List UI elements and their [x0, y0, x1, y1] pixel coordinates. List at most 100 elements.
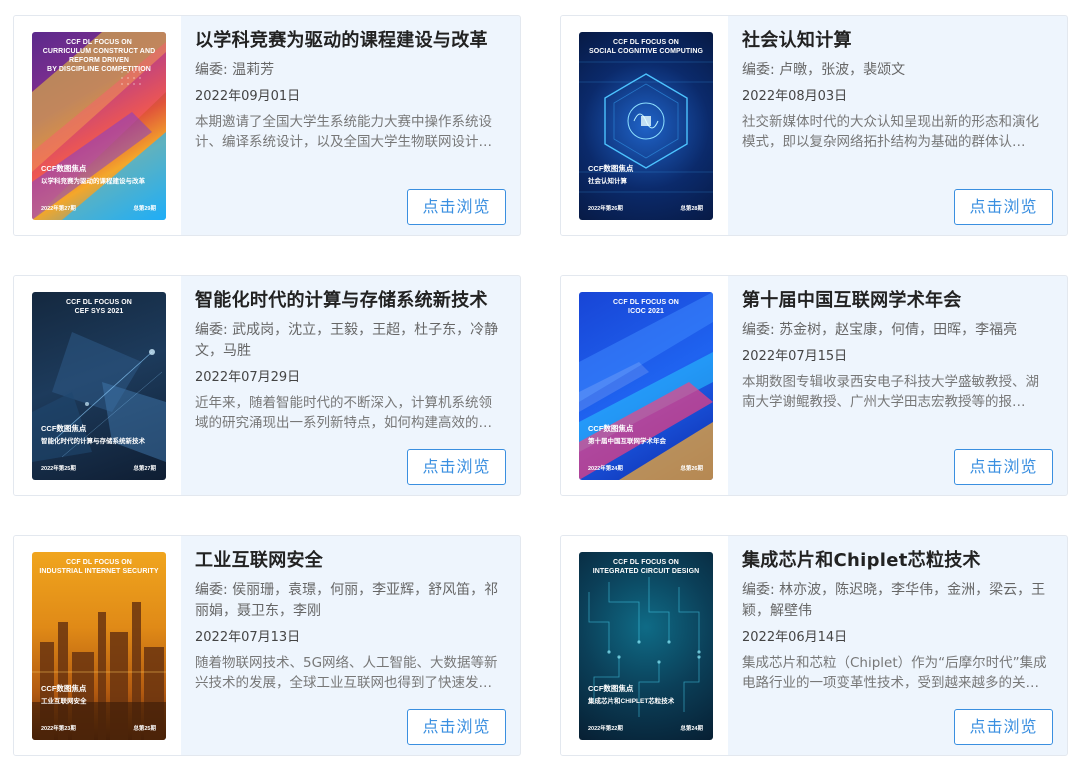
cover-total: 总第25期 — [133, 726, 156, 732]
card-description: 集成芯片和芯粒（Chiplet）作为“后摩尔时代”集成电路行业的一项变革性技术，… — [742, 655, 1047, 691]
card-description: 随着物联网技术、5G网络、人工智能、大数据等新兴技术的发展，全球工业互联网也得到… — [195, 655, 498, 691]
card-date: 2022年07月15日 — [742, 349, 848, 364]
editors-prefix: 编委: — [742, 582, 780, 598]
cover-series: CCF数图焦点 — [41, 684, 87, 693]
editors-names: 苏金树，赵宝康，何倩，田晖，李福亮 — [779, 322, 1018, 338]
cover-area: CCF DL FOCUS ON CEF SYS 2021 CCF数图焦点 智能化… — [14, 276, 181, 495]
cover-top-title: CCF DL FOCUS ON ICOC 2021 — [613, 299, 679, 315]
card-description: 社交新媒体时代的大众认知呈现出新的形态和演化模式，即以复杂网络拓扑结构为基础的群… — [742, 114, 1039, 150]
card-info: 智能化时代的计算与存储系统新技术 编委: 武成岗，沈立，王毅，王超，杜子东，冷静… — [195, 288, 510, 433]
cover-cn-title: 第十届中国互联网学术年会 — [588, 438, 666, 445]
editors-prefix: 编委: — [195, 322, 233, 338]
card-info: 工业互联网安全 编委: 侯丽珊，袁璟，何丽，李亚辉，舒风笛，祁丽娟，聂卫东，李刚… — [195, 548, 510, 693]
cover-image[interactable]: CCF DL FOCUS ON SOCIAL COGNITIVE COMPUTI… — [579, 32, 713, 220]
cover-cn-title: 以学科竞赛为驱动的课程建设与改革 — [41, 178, 145, 185]
card-editors: 编委: 温莉芳 — [195, 60, 510, 81]
browse-button[interactable]: 点击浏览 — [407, 449, 506, 485]
cover-top-title: CCF DL FOCUS ON CEF SYS 2021 — [66, 299, 132, 315]
cover-series: CCF数图焦点 — [588, 684, 634, 693]
cover-series: CCF数图焦点 — [588, 424, 634, 433]
cover-total: 总第29期 — [133, 206, 156, 212]
cover-issue: 2022年第22期 — [588, 726, 623, 732]
editors-names: 侯丽珊，袁璟，何丽，李亚辉，舒风笛，祁丽娟，聂卫东，李刚 — [195, 582, 499, 619]
journal-card: CCF DL FOCUS ON CURRICULUM CONSTRUCT AND… — [13, 15, 521, 236]
cover-area: CCF DL FOCUS ON CURRICULUM CONSTRUCT AND… — [14, 16, 181, 235]
browse-button[interactable]: 点击浏览 — [407, 709, 506, 745]
cover-cn-title: 集成芯片和CHIPLET芯粒技术 — [588, 698, 675, 705]
card-title[interactable]: 社会认知计算 — [742, 28, 1057, 54]
card-date: 2022年06月14日 — [742, 630, 848, 645]
editors-names: 武成岗，沈立，王毅，王超，杜子东，冷静文，马胜 — [195, 322, 499, 359]
cover-total: 总第26期 — [680, 466, 703, 472]
cover-total: 总第24期 — [680, 726, 703, 732]
card-date: 2022年09月01日 — [195, 89, 301, 104]
browse-button[interactable]: 点击浏览 — [954, 189, 1053, 225]
browse-button[interactable]: 点击浏览 — [407, 189, 506, 225]
cover-art — [32, 332, 166, 462]
cover-cn-title: 智能化时代的计算与存储系统新技术 — [41, 438, 145, 445]
editors-names: 卢暾，张波，裴颂文 — [779, 62, 906, 78]
card-title[interactable]: 以学科竞赛为驱动的课程建设与改革 — [195, 28, 510, 54]
card-title[interactable]: 第十届中国互联网学术年会 — [742, 288, 1057, 314]
card-info: 第十届中国互联网学术年会 编委: 苏金树，赵宝康，何倩，田晖，李福亮 2022年… — [742, 288, 1057, 412]
card-info: 以学科竞赛为驱动的课程建设与改革 编委: 温莉芳 2022年09月01日 本期邀… — [195, 28, 510, 152]
cover-top-title: CCF DL FOCUS ON INDUSTRIAL INTERNET SECU… — [39, 559, 159, 575]
cover-art — [32, 602, 166, 740]
card-date: 2022年08月03日 — [742, 89, 848, 104]
editors-prefix: 编委: — [742, 62, 780, 78]
cover-top-title: CCF DL FOCUS ON SOCIAL COGNITIVE COMPUTI… — [588, 39, 704, 55]
cover-series: CCF数图焦点 — [41, 424, 87, 433]
cover-cn-title: 社会认知计算 — [588, 178, 627, 185]
cover-image[interactable]: CCF DL FOCUS ON INDUSTRIAL INTERNET SECU… — [32, 552, 166, 740]
cover-series: CCF数图焦点 — [41, 164, 87, 173]
cover-image[interactable]: CCF DL FOCUS ON ICOC 2021 CCF数图焦点 第十届中国互… — [579, 292, 713, 480]
cover-total: 总第28期 — [680, 206, 703, 212]
card-description: 近年来，随着智能时代的不断深入，计算机系统领域的研究涌现出一系列新特点，如何构建… — [195, 395, 492, 431]
journal-card: CCF DL FOCUS ON SOCIAL COGNITIVE COMPUTI… — [560, 15, 1068, 236]
cover-area: CCF DL FOCUS ON SOCIAL COGNITIVE COMPUTI… — [561, 16, 728, 235]
card-editors: 编委: 苏金树，赵宝康，何倩，田晖，李福亮 — [742, 320, 1057, 341]
cover-cn-title: 工业互联网安全 — [41, 698, 87, 705]
cover-area: CCF DL FOCUS ON INDUSTRIAL INTERNET SECU… — [14, 536, 181, 755]
card-date: 2022年07月29日 — [195, 370, 301, 385]
cover-art — [579, 61, 713, 193]
editors-prefix: 编委: — [742, 322, 780, 338]
journal-card: CCF DL FOCUS ON CEF SYS 2021 CCF数图焦点 智能化… — [13, 275, 521, 496]
cover-total: 总第27期 — [133, 466, 156, 472]
card-editors: 编委: 武成岗，沈立，王毅，王超，杜子东，冷静文，马胜 — [195, 320, 510, 362]
journal-card: CCF DL FOCUS ON ICOC 2021 CCF数图焦点 第十届中国互… — [560, 275, 1068, 496]
cover-art — [588, 577, 701, 717]
cover-top-title: CCF DL FOCUS ON CURRICULUM CONSTRUCT AND… — [42, 39, 156, 73]
cover-area: CCF DL FOCUS ON INTEGRATED CIRCUIT DESIG… — [561, 536, 728, 755]
card-title[interactable]: 智能化时代的计算与存储系统新技术 — [195, 288, 510, 314]
cover-issue: 2022年第23期 — [41, 726, 76, 732]
card-title[interactable]: 集成芯片和Chiplet芯粒技术 — [742, 548, 1057, 574]
cover-issue: 2022年第24期 — [588, 466, 623, 472]
browse-button[interactable]: 点击浏览 — [954, 709, 1053, 745]
cover-area: CCF DL FOCUS ON ICOC 2021 CCF数图焦点 第十届中国互… — [561, 276, 728, 495]
card-date: 2022年07月13日 — [195, 630, 301, 645]
card-info: 社会认知计算 编委: 卢暾，张波，裴颂文 2022年08月03日 社交新媒体时代… — [742, 28, 1057, 152]
cover-issue: 2022年第27期 — [41, 206, 76, 212]
editors-prefix: 编委: — [195, 582, 233, 598]
cover-image[interactable]: CCF DL FOCUS ON CURRICULUM CONSTRUCT AND… — [32, 32, 166, 220]
editors-names: 林亦波，陈迟晓，李华伟，金洲，梁云，王颖，解壁伟 — [742, 582, 1046, 619]
journal-card: CCF DL FOCUS ON INDUSTRIAL INTERNET SECU… — [13, 535, 521, 756]
cover-top-title: CCF DL FOCUS ON INTEGRATED CIRCUIT DESIG… — [592, 559, 700, 575]
card-description: 本期邀请了全国大学生系统能力大赛中操作系统设计、编译系统设计，以及全国大学生物联… — [195, 114, 492, 150]
cover-image[interactable]: CCF DL FOCUS ON CEF SYS 2021 CCF数图焦点 智能化… — [32, 292, 166, 480]
cover-art — [579, 292, 713, 480]
card-description: 本期数图专辑收录西安电子科技大学盛敏教授、湖南大学谢鲲教授、广州大学田志宏教授等… — [742, 374, 1039, 410]
cover-issue: 2022年第26期 — [588, 206, 623, 212]
card-editors: 编委: 侯丽珊，袁璟，何丽，李亚辉，舒风笛，祁丽娟，聂卫东，李刚 — [195, 580, 510, 622]
card-editors: 编委: 卢暾，张波，裴颂文 — [742, 60, 1057, 81]
browse-button[interactable]: 点击浏览 — [954, 449, 1053, 485]
cover-issue: 2022年第25期 — [41, 466, 76, 472]
cover-image[interactable]: CCF DL FOCUS ON INTEGRATED CIRCUIT DESIG… — [579, 552, 713, 740]
editors-prefix: 编委: — [195, 62, 233, 78]
cover-series: CCF数图焦点 — [588, 164, 634, 173]
journal-card: CCF DL FOCUS ON INTEGRATED CIRCUIT DESIG… — [560, 535, 1068, 756]
card-editors: 编委: 林亦波，陈迟晓，李华伟，金洲，梁云，王颖，解壁伟 — [742, 580, 1057, 622]
editors-names: 温莉芳 — [232, 62, 275, 78]
card-title[interactable]: 工业互联网安全 — [195, 548, 510, 574]
